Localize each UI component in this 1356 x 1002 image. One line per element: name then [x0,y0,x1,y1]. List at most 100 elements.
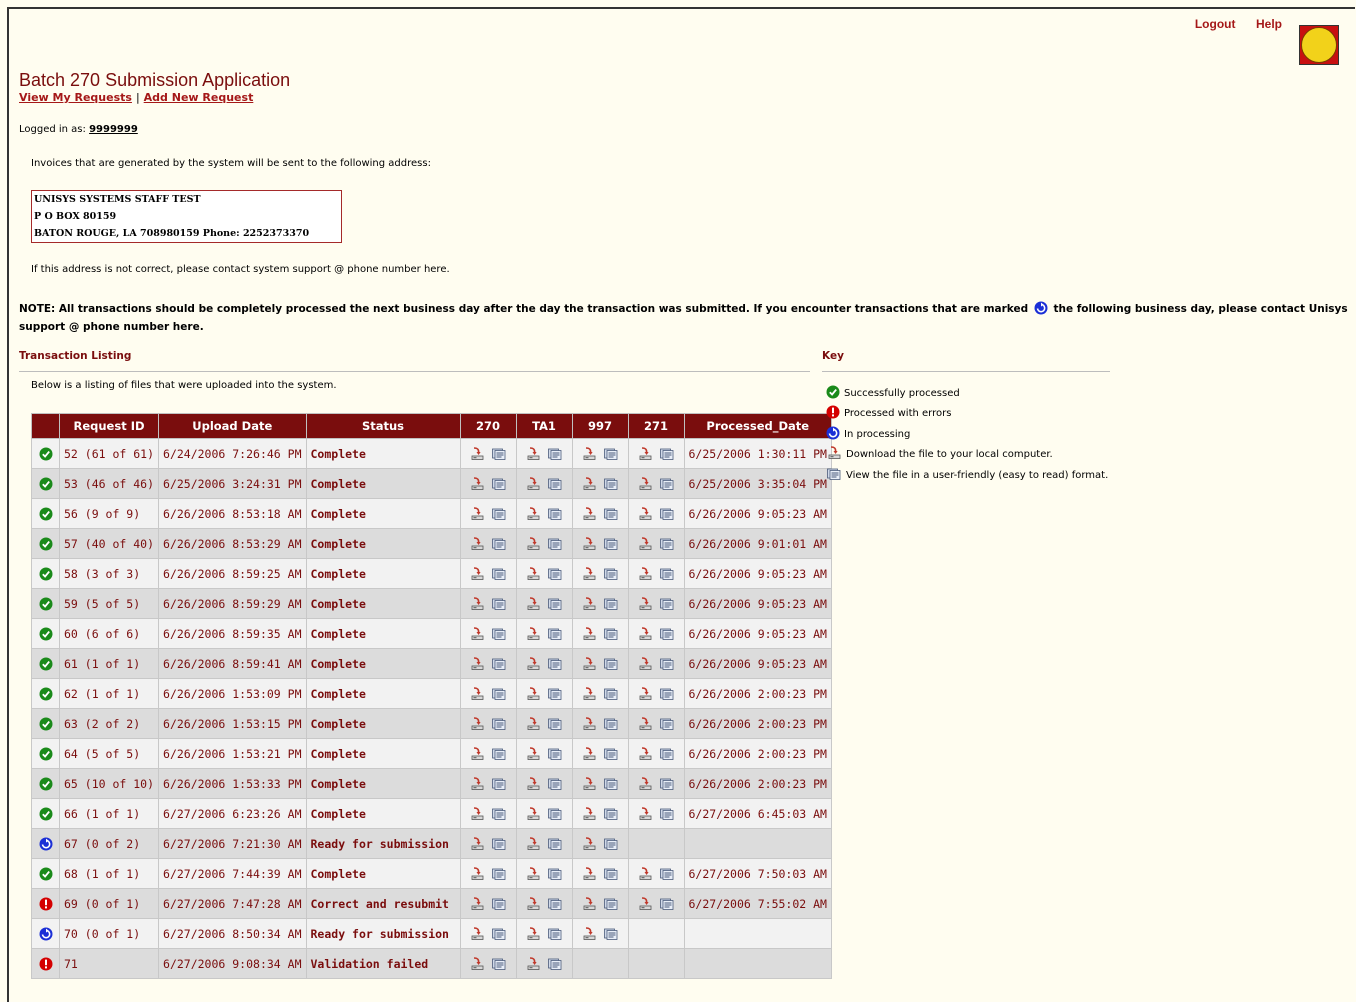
download-icon[interactable] [525,596,541,611]
view-file-icon[interactable] [659,806,675,821]
view-file-icon[interactable] [603,776,619,791]
view-file-icon[interactable] [547,446,563,461]
download-icon[interactable] [525,866,541,881]
download-icon[interactable] [469,716,485,731]
view-file-icon[interactable] [547,926,563,941]
view-file-icon[interactable] [603,866,619,881]
view-file-icon[interactable] [491,686,507,701]
download-icon[interactable] [525,446,541,461]
download-icon[interactable] [637,806,653,821]
view-file-icon[interactable] [603,476,619,491]
view-file-icon[interactable] [659,746,675,761]
download-icon[interactable] [581,596,597,611]
download-icon[interactable] [469,956,485,971]
view-file-icon[interactable] [603,716,619,731]
view-file-icon[interactable] [659,656,675,671]
download-icon[interactable] [637,716,653,731]
download-icon[interactable] [637,866,653,881]
download-icon[interactable] [581,536,597,551]
view-file-icon[interactable] [547,596,563,611]
download-icon[interactable] [581,476,597,491]
download-icon[interactable] [581,686,597,701]
view-file-icon[interactable] [491,446,507,461]
view-file-icon[interactable] [491,626,507,641]
view-file-icon[interactable] [659,566,675,581]
view-file-icon[interactable] [547,686,563,701]
help-link[interactable]: Help [1256,17,1282,31]
view-file-icon[interactable] [491,806,507,821]
view-file-icon[interactable] [491,956,507,971]
view-file-icon[interactable] [659,776,675,791]
download-icon[interactable] [581,866,597,881]
view-file-icon[interactable] [659,866,675,881]
view-file-icon[interactable] [603,536,619,551]
download-icon[interactable] [581,566,597,581]
view-file-icon[interactable] [659,716,675,731]
view-file-icon[interactable] [603,926,619,941]
view-file-icon[interactable] [491,506,507,521]
download-icon[interactable] [637,596,653,611]
download-icon[interactable] [581,836,597,851]
view-file-icon[interactable] [491,656,507,671]
download-icon[interactable] [469,806,485,821]
download-icon[interactable] [469,866,485,881]
view-file-icon[interactable] [603,626,619,641]
view-file-icon[interactable] [659,686,675,701]
add-new-request-link[interactable]: Add New Request [144,91,254,104]
view-file-icon[interactable] [491,716,507,731]
download-icon[interactable] [525,806,541,821]
view-file-icon[interactable] [491,926,507,941]
view-file-icon[interactable] [547,746,563,761]
download-icon[interactable] [525,776,541,791]
view-file-icon[interactable] [659,596,675,611]
view-file-icon[interactable] [659,896,675,911]
download-icon[interactable] [525,896,541,911]
download-icon[interactable] [525,836,541,851]
download-icon[interactable] [637,506,653,521]
download-icon[interactable] [637,746,653,761]
download-icon[interactable] [581,926,597,941]
view-file-icon[interactable] [603,806,619,821]
download-icon[interactable] [581,626,597,641]
download-icon[interactable] [637,536,653,551]
view-my-requests-link[interactable]: View My Requests [19,91,132,104]
download-icon[interactable] [525,476,541,491]
view-file-icon[interactable] [603,836,619,851]
download-icon[interactable] [637,446,653,461]
view-file-icon[interactable] [547,896,563,911]
view-file-icon[interactable] [547,776,563,791]
download-icon[interactable] [469,446,485,461]
download-icon[interactable] [469,776,485,791]
download-icon[interactable] [469,746,485,761]
view-file-icon[interactable] [491,836,507,851]
view-file-icon[interactable] [547,626,563,641]
download-icon[interactable] [525,746,541,761]
download-icon[interactable] [637,896,653,911]
view-file-icon[interactable] [659,536,675,551]
download-icon[interactable] [469,656,485,671]
download-icon[interactable] [637,776,653,791]
view-file-icon[interactable] [659,476,675,491]
view-file-icon[interactable] [659,506,675,521]
view-file-icon[interactable] [491,596,507,611]
view-file-icon[interactable] [547,656,563,671]
view-file-icon[interactable] [603,596,619,611]
view-file-icon[interactable] [491,476,507,491]
view-file-icon[interactable] [547,956,563,971]
download-icon[interactable] [525,656,541,671]
download-icon[interactable] [525,506,541,521]
download-icon[interactable] [469,596,485,611]
view-file-icon[interactable] [603,566,619,581]
view-file-icon[interactable] [547,866,563,881]
download-icon[interactable] [525,686,541,701]
download-icon[interactable] [637,626,653,641]
view-file-icon[interactable] [491,566,507,581]
view-file-icon[interactable] [603,896,619,911]
download-icon[interactable] [469,926,485,941]
download-icon[interactable] [581,506,597,521]
download-icon[interactable] [525,956,541,971]
download-icon[interactable] [581,446,597,461]
view-file-icon[interactable] [603,506,619,521]
view-file-icon[interactable] [603,446,619,461]
download-icon[interactable] [469,566,485,581]
